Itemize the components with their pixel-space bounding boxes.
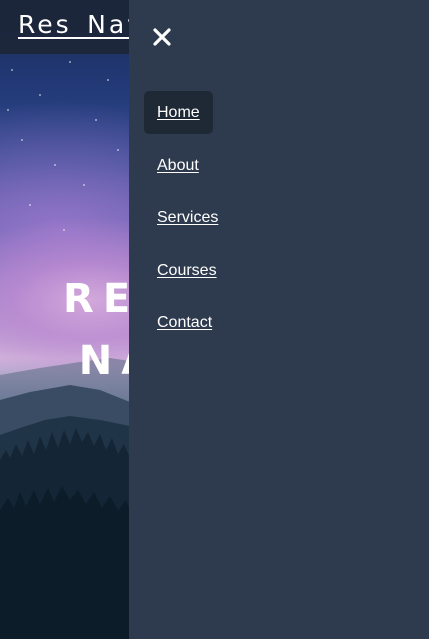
menu-item-services[interactable]: Services bbox=[144, 196, 231, 239]
menu-item-courses[interactable]: Courses bbox=[144, 249, 230, 292]
menu-item-about[interactable]: About bbox=[144, 144, 212, 187]
menu-list: Home About Services Courses Contact bbox=[144, 91, 404, 354]
menu-item-contact[interactable]: Contact bbox=[144, 301, 225, 344]
side-menu: Home About Services Courses Contact bbox=[129, 0, 429, 639]
close-menu-button[interactable] bbox=[149, 24, 175, 50]
brand-logo-link[interactable]: Res_Nav bbox=[18, 10, 145, 39]
menu-item-home[interactable]: Home bbox=[144, 91, 213, 134]
close-icon bbox=[153, 28, 171, 46]
